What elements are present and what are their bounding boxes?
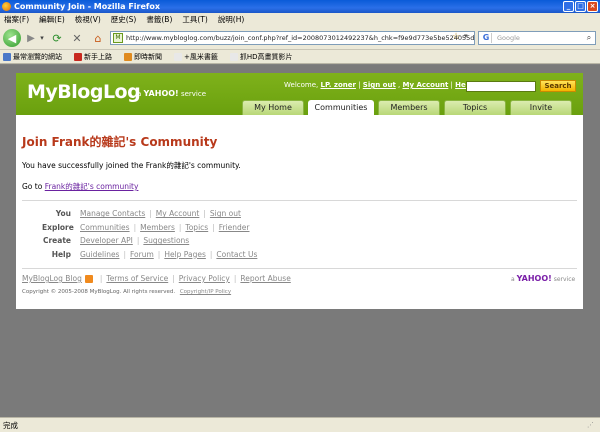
tab-communities[interactable]: Communities — [308, 100, 374, 115]
sign-out-link[interactable]: Sign out — [363, 81, 396, 89]
privacy-link[interactable]: Privacy Policy — [179, 274, 230, 283]
stop-icon[interactable]: ✕ — [70, 29, 84, 47]
bookmark-icon — [229, 52, 238, 61]
minimize-button[interactable]: _ — [563, 1, 574, 12]
forum-link[interactable]: Forum — [130, 250, 154, 259]
tab-my-home[interactable]: My Home — [242, 100, 304, 115]
copyright-policy-link[interactable]: Copyright/IP Policy — [180, 289, 231, 295]
footer-nav: You Manage Contacts | My Account | Sign ou… — [42, 207, 257, 261]
divider — [22, 268, 577, 269]
reload-icon[interactable]: ⟳ — [50, 29, 64, 47]
bottom-links: MyBlogLog Blog | Terms of Service | Priva… — [22, 274, 291, 283]
sign-out-footer-link[interactable]: Sign out — [210, 209, 241, 218]
search-icon[interactable]: ⌕ — [583, 33, 595, 43]
status-text: 完成 — [3, 420, 18, 430]
bookmark-icon — [3, 52, 11, 61]
maximize-button[interactable]: □ — [575, 1, 586, 12]
back-arrow-icon[interactable]: ◀ — [3, 29, 21, 47]
bookmark-item[interactable]: 抓HD高畫質影片 — [229, 52, 293, 62]
divider — [22, 200, 577, 201]
contact-us-link[interactable]: Contact Us — [216, 250, 257, 259]
menu-history[interactable]: 歷史(S) — [111, 14, 137, 25]
window-titlebar: Community Join - Mozilla Firefox _ □ × — [0, 0, 600, 13]
home-icon[interactable]: ⌂ — [90, 29, 106, 47]
communities-link[interactable]: Communities — [80, 223, 130, 232]
site-search-input[interactable] — [466, 81, 536, 92]
status-bar: 完成 ⋰ — [0, 417, 600, 432]
history-dropdown-icon[interactable]: ▾ — [38, 29, 46, 47]
page-title: Join Frank的雜記's Community — [22, 135, 218, 149]
my-account-link[interactable]: My Account — [403, 81, 449, 89]
menu-bar: 檔案(F) 編輯(E) 檢視(V) 歷史(S) 書籤(B) 工具(T) 說明(H… — [0, 13, 600, 26]
bookmark-item[interactable]: 最常瀏覽的網站 — [3, 52, 62, 62]
bookmark-star-icon[interactable]: ☆ — [452, 32, 460, 42]
menu-edit[interactable]: 編輯(E) — [39, 14, 65, 25]
members-link[interactable]: Members — [140, 223, 175, 232]
username-link[interactable]: LP. zoner — [320, 81, 355, 89]
menu-view[interactable]: 檢視(V) — [75, 14, 101, 25]
search-button[interactable]: Search — [540, 80, 576, 92]
topics-link[interactable]: Topics — [185, 223, 208, 232]
bookmark-icon — [174, 52, 182, 61]
menu-tools[interactable]: 工具(T) — [182, 14, 207, 25]
tab-members[interactable]: Members — [378, 100, 440, 115]
close-button[interactable]: × — [587, 1, 598, 12]
community-link[interactable]: Frank的雜記's community — [45, 182, 139, 191]
report-abuse-link[interactable]: Report Abuse — [240, 274, 290, 283]
main-tabs: My Home Communities Members Topics Invit… — [242, 100, 572, 115]
footer-row-explore: Explore Communities | Members | Topics | Fr… — [42, 222, 250, 232]
bookmark-item[interactable]: 即時新聞 — [124, 52, 162, 62]
bookmarks-toolbar: 最常瀏覽的網站 新手上路 即時新聞 +風米書籤 抓HD高畫質影片 — [0, 50, 600, 64]
help-pages-link[interactable]: Help Pages — [164, 250, 206, 259]
bookmark-icon — [124, 52, 132, 61]
bookmark-item[interactable]: +風米書籤 — [174, 52, 218, 62]
search-placeholder: Google — [497, 34, 520, 42]
tab-invite[interactable]: Invite — [510, 100, 572, 115]
forward-arrow-icon[interactable]: ▶ — [24, 29, 38, 47]
yahoo-service-tag: a YAHOO! service — [137, 89, 207, 98]
url-bar[interactable]: M http://www.mybloglog.com/buzz/join_con… — [110, 31, 475, 45]
web-search-field[interactable]: G Google ⌕ — [478, 31, 596, 45]
url-text: http://www.mybloglog.com/buzz/join_conf.… — [126, 34, 475, 42]
bookmark-item[interactable]: 新手上路 — [74, 52, 112, 62]
goto-line: Go to Frank的雜記's community — [22, 182, 139, 191]
manage-contacts-link[interactable]: Manage Contacts — [80, 209, 145, 218]
my-account-footer-link[interactable]: My Account — [156, 209, 200, 218]
google-icon[interactable]: G — [481, 33, 492, 43]
navigation-toolbar: ◀ ▶ ▾ ⟳ ✕ ⌂ M http://www.mybloglog.com/b… — [0, 26, 600, 50]
footer-row-create: Create Developer API | Suggestions — [42, 236, 190, 246]
footer-row-help: Help Guidelines | Forum | Help Pages | Cont… — [51, 249, 258, 259]
suggestions-link[interactable]: Suggestions — [143, 236, 189, 245]
guidelines-link[interactable]: Guidelines — [80, 250, 119, 259]
terms-link[interactable]: Terms of Service — [106, 274, 168, 283]
resize-grip-icon[interactable]: ⋰ — [587, 421, 597, 430]
developer-api-link[interactable]: Developer API — [80, 236, 133, 245]
success-message: You have successfully joined the Frank的雜… — [22, 161, 241, 170]
mybloglog-logo[interactable]: MyBlogLog — [27, 81, 141, 103]
page-container: MyBlogLog a YAHOO! service Welcome, LP. … — [16, 73, 583, 309]
yahoo-logo[interactable]: a YAHOO! service — [511, 274, 575, 283]
main-content: Join Frank的雜記's Community You have succe… — [22, 133, 577, 192]
blog-link[interactable]: MyBlogLog Blog — [22, 274, 82, 283]
menu-file[interactable]: 檔案(F) — [4, 14, 29, 25]
site-header: MyBlogLog a YAHOO! service Welcome, LP. … — [16, 73, 583, 115]
tab-topics[interactable]: Topics — [444, 100, 506, 115]
rss-icon[interactable] — [84, 274, 93, 283]
url-dropdown-icon[interactable]: ▾ — [464, 32, 468, 40]
copyright: Copyright © 2005-2008 MyBlogLog. All rig… — [22, 289, 232, 295]
menu-bookmarks[interactable]: 書籤(B) — [146, 14, 172, 25]
page-viewport: MyBlogLog a YAHOO! service Welcome, LP. … — [0, 65, 600, 417]
friender-link[interactable]: Friender — [219, 223, 250, 232]
window-title: Community Join - Mozilla Firefox — [14, 2, 161, 11]
bookmark-icon — [74, 52, 82, 61]
user-links: Welcome, LP. zoner | Sign out , My Accou… — [284, 81, 477, 89]
firefox-icon — [2, 2, 11, 11]
footer-row-you: You Manage Contacts | My Account | Sign ou… — [55, 209, 241, 219]
site-favicon-icon: M — [113, 33, 123, 43]
menu-help[interactable]: 說明(H) — [218, 14, 245, 25]
